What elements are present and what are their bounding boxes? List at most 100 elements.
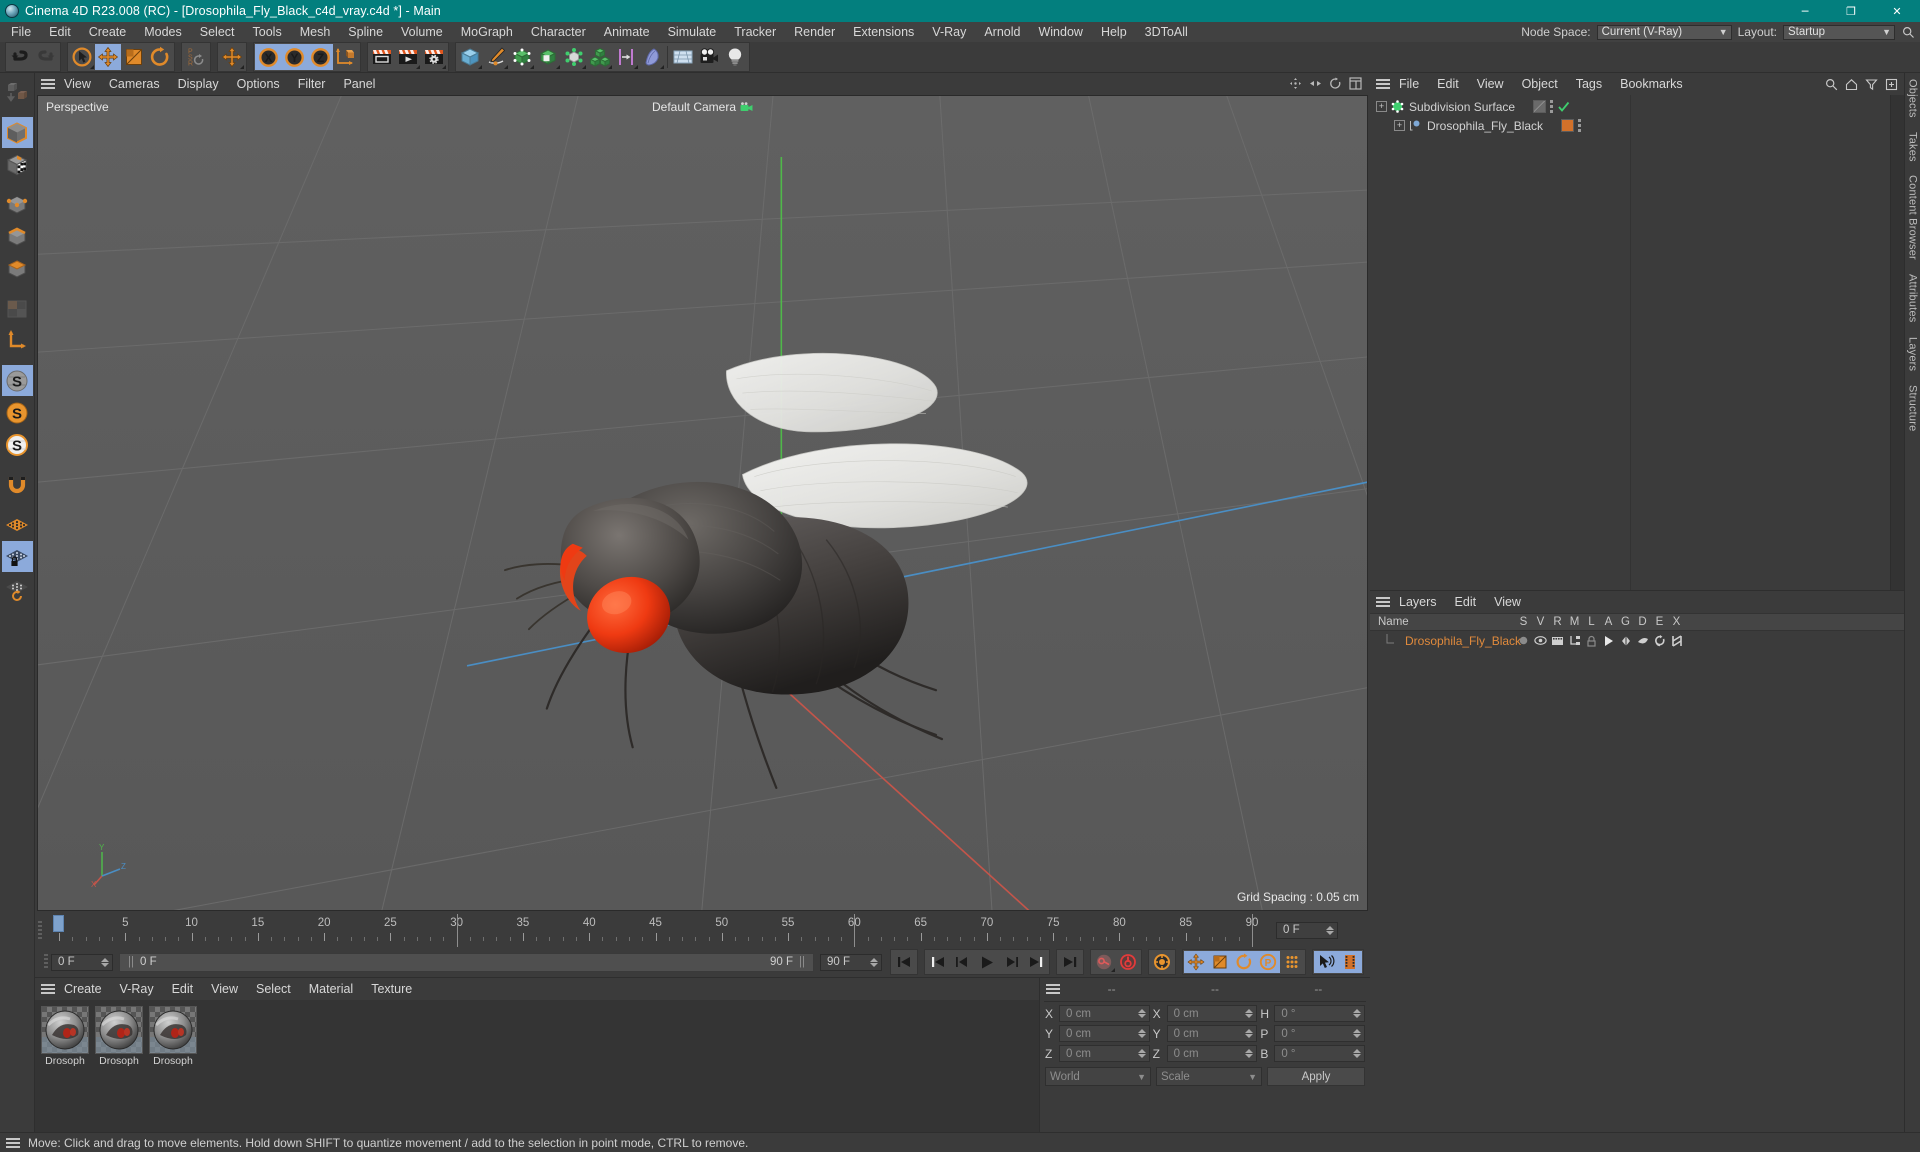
material-item[interactable]: Drosoph [149, 1006, 197, 1067]
position-field-Y[interactable]: 0 cm [1059, 1025, 1150, 1042]
layout-select[interactable]: Startup ▼ [1783, 24, 1895, 40]
transform-mode-select[interactable]: Scale ▼ [1156, 1067, 1262, 1086]
add-deformer-button[interactable] [561, 44, 587, 70]
snap-settings-button[interactable]: S [2, 429, 33, 460]
planar-workplane-button[interactable] [2, 573, 33, 604]
render-view-button[interactable] [369, 44, 395, 70]
layers-list[interactable]: Drosophila_Fly_Black [1370, 631, 1904, 650]
vertical-tab-objects[interactable]: Objects [1907, 79, 1919, 118]
object-manager-scrollbar[interactable] [1890, 95, 1904, 590]
axis-mode-button[interactable] [2, 325, 33, 356]
add-light-button[interactable] [722, 44, 748, 70]
layer-toggle-l[interactable] [1583, 635, 1600, 647]
zoom-view-icon[interactable] [1309, 77, 1322, 90]
add-environment-button[interactable] [670, 44, 696, 70]
workplane-button[interactable] [2, 509, 33, 540]
psr-toggle[interactable]: PSR [183, 44, 209, 70]
menu-item-modes[interactable]: Modes [135, 22, 191, 42]
enabled-check-icon[interactable] [1557, 100, 1570, 113]
position-key-toggle[interactable] [1184, 951, 1208, 973]
tag-overflow-dots-icon[interactable] [1578, 119, 1582, 132]
world-coordinate-toggle[interactable] [333, 44, 359, 70]
position-field-X[interactable]: 0 cm [1059, 1005, 1150, 1022]
material-menu-edit[interactable]: Edit [163, 979, 203, 999]
viewport-menu-panel[interactable]: Panel [334, 74, 384, 94]
render-settings-button[interactable] [421, 44, 447, 70]
go-to-next-frame-button[interactable] [1000, 951, 1024, 973]
object-tree[interactable]: + Subdivision Surface + Drosophila_Fly_Blac… [1370, 95, 1630, 590]
material-menu-hamburger-icon[interactable] [41, 982, 55, 996]
pan-view-icon[interactable] [1289, 77, 1302, 90]
layer-toggle-x[interactable] [1668, 634, 1685, 647]
menu-item-arnold[interactable]: Arnold [975, 22, 1029, 42]
menu-item-3dtoall[interactable]: 3DToAll [1136, 22, 1197, 42]
viewport-menu-options[interactable]: Options [228, 74, 289, 94]
vertical-tab-content-browser[interactable]: Content Browser [1907, 175, 1919, 260]
magnet-tool-button[interactable] [2, 469, 33, 500]
viewport-menu-filter[interactable]: Filter [289, 74, 335, 94]
object-row[interactable]: + Drosophila_Fly_Black [1370, 116, 1630, 135]
add-cube-button[interactable] [457, 44, 483, 70]
go-to-previous-frame-button[interactable] [950, 951, 974, 973]
edge-mode-button[interactable] [2, 221, 33, 252]
go-to-start-button[interactable] [892, 951, 916, 973]
menu-item-animate[interactable]: Animate [595, 22, 659, 42]
end-frame-field[interactable]: 90 F [820, 953, 882, 971]
size-field-Z[interactable]: 0 cm [1166, 1045, 1258, 1062]
material-item[interactable]: Drosoph [95, 1006, 143, 1067]
y-axis-lock[interactable]: Y [281, 44, 307, 70]
rotation-field-B[interactable]: 0 ° [1274, 1045, 1366, 1062]
x-axis-lock[interactable]: X [255, 44, 281, 70]
layers-menu-layers[interactable]: Layers [1390, 592, 1446, 612]
material-thumbnail[interactable] [41, 1006, 89, 1054]
material-thumbnail[interactable] [95, 1006, 143, 1054]
expand-toggle-icon[interactable]: + [1394, 120, 1405, 131]
subdivision-tag-icon[interactable] [1533, 100, 1547, 113]
object-menu-tags[interactable]: Tags [1567, 74, 1611, 94]
parameter-key-toggle[interactable]: P [1256, 951, 1280, 973]
node-space-select[interactable]: Current (V-Ray) ▼ [1596, 24, 1732, 40]
coordinate-system-select[interactable]: World ▼ [1045, 1067, 1151, 1086]
layers-hamburger-icon[interactable] [1376, 595, 1390, 609]
menu-item-select[interactable]: Select [191, 22, 244, 42]
menu-item-create[interactable]: Create [80, 22, 136, 42]
menu-item-edit[interactable]: Edit [40, 22, 80, 42]
add-nurbs-button[interactable] [509, 44, 535, 70]
object-menu-bookmarks[interactable]: Bookmarks [1611, 74, 1692, 94]
layer-row[interactable]: Drosophila_Fly_Black [1370, 631, 1904, 650]
3d-viewport[interactable]: Perspective Default Camera Grid Spacing … [37, 95, 1368, 911]
autokeying-button[interactable] [1116, 951, 1140, 973]
play-button[interactable] [974, 951, 1000, 973]
menu-item-file[interactable]: File [2, 22, 40, 42]
material-tag-icon[interactable] [1561, 119, 1575, 132]
rotation-field-H[interactable]: 0 ° [1274, 1005, 1366, 1022]
layer-toggle-s[interactable] [1515, 635, 1532, 646]
keyframe-selection-button[interactable] [1150, 951, 1174, 973]
material-menu-view[interactable]: View [202, 979, 247, 999]
make-editable-tool[interactable] [2, 77, 33, 108]
tweak-mode-button[interactable] [1314, 951, 1338, 973]
position-field-Z[interactable]: 0 cm [1059, 1045, 1150, 1062]
viewport-menu-cameras[interactable]: Cameras [100, 74, 169, 94]
tag-overflow-dots-icon[interactable] [1550, 100, 1554, 113]
size-field-X[interactable]: 0 cm [1166, 1005, 1258, 1022]
redo-button[interactable] [33, 44, 59, 70]
start-frame-field[interactable]: 0 F [51, 953, 113, 971]
lock-workplane-button[interactable] [1, 541, 33, 572]
go-to-end-button[interactable] [1058, 951, 1082, 973]
menu-item-simulate[interactable]: Simulate [659, 22, 726, 42]
rotate-view-icon[interactable] [1329, 77, 1342, 90]
menu-item-volume[interactable]: Volume [392, 22, 452, 42]
material-item[interactable]: Drosoph [41, 1006, 89, 1067]
object-menu-view[interactable]: View [1468, 74, 1513, 94]
object-row[interactable]: + Subdivision Surface [1370, 97, 1630, 116]
material-menu-v-ray[interactable]: V-Ray [111, 979, 163, 999]
transport-drag-handle[interactable] [41, 953, 51, 971]
material-menu-texture[interactable]: Texture [362, 979, 421, 999]
timeline-playhead[interactable] [53, 915, 64, 932]
viewport-menu-display[interactable]: Display [169, 74, 228, 94]
vertical-tab-layers[interactable]: Layers [1907, 337, 1919, 371]
menu-item-render[interactable]: Render [785, 22, 844, 42]
menu-item-tracker[interactable]: Tracker [725, 22, 785, 42]
menu-item-v-ray[interactable]: V-Ray [923, 22, 975, 42]
